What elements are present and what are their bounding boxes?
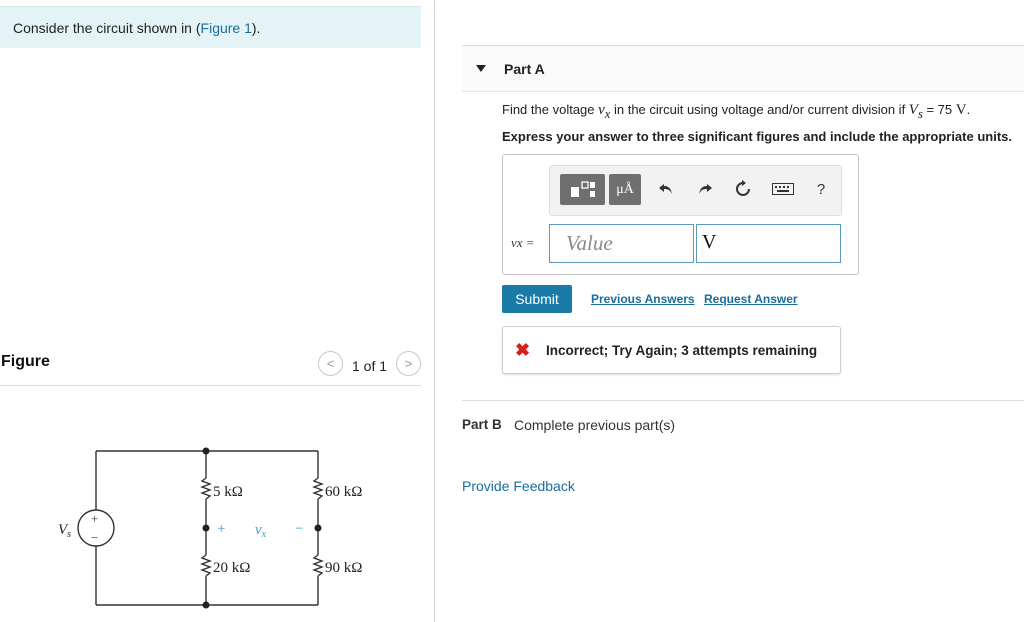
part-b-status: Complete previous part(s) — [514, 417, 676, 433]
resistor-label-20k: 20 kΩ — [213, 560, 250, 576]
prompt-text-end: ). — [251, 20, 261, 36]
question-vs: Vs — [908, 102, 923, 121]
question-unit: V — [955, 102, 967, 118]
circuit-diagram: + − Vs 5 kΩ 20 kΩ 60 kΩ 90 kΩ + vx − — [58, 447, 362, 609]
question-end: . — [966, 102, 971, 117]
feedback-text: Incorrect; Try Again; 3 attempts remaini… — [546, 343, 818, 358]
error-x-icon: ✖ — [515, 340, 531, 360]
reset-icon — [736, 180, 750, 196]
vx-minus: − — [295, 521, 303, 537]
question-var-main: v — [598, 102, 605, 118]
figure-heading: Figure — [1, 353, 50, 370]
source-plus: + — [91, 511, 98, 526]
help-button[interactable]: ? — [810, 177, 832, 201]
prompt-text: Consider the circuit shown in (Figure 1)… — [13, 20, 260, 36]
resistor-label-90k: 90 kΩ — [325, 560, 362, 576]
part-a-header[interactable] — [462, 46, 1024, 92]
figure-divider — [0, 385, 421, 386]
submit-button[interactable]: Submit — [502, 285, 572, 313]
figure-next-button[interactable]: > — [396, 351, 421, 376]
vx-label-sub: x — [261, 529, 267, 540]
question-var: vx — [598, 102, 610, 121]
instruction-text: Express your answer to three significant… — [502, 129, 1012, 144]
source-minus: − — [91, 530, 98, 545]
redo-button[interactable] — [694, 177, 716, 201]
figure-counter: 1 of 1 — [352, 358, 388, 374]
undo-button[interactable] — [655, 177, 677, 201]
previous-answers-link[interactable]: Previous Answers — [591, 292, 695, 306]
question-eq: = 75 — [922, 102, 956, 117]
unit-input[interactable]: V — [696, 224, 841, 263]
source-label-sub: s — [67, 529, 71, 540]
source-label: Vs — [58, 522, 71, 540]
chevron-left-icon: < — [326, 356, 335, 371]
resistor-label-60k: 60 kΩ — [325, 484, 362, 500]
figure-prev-button[interactable]: < — [318, 351, 343, 376]
request-answer-link[interactable]: Request Answer — [704, 292, 798, 306]
part-a-title: Part A — [504, 61, 545, 77]
provide-feedback-link[interactable]: Provide Feedback — [462, 478, 575, 494]
column-divider — [434, 0, 435, 622]
figure-link[interactable]: Figure 1 — [201, 20, 252, 36]
problem-prompt: Consider the circuit shown in (Figure 1)… — [0, 6, 421, 48]
reset-button[interactable] — [732, 177, 754, 201]
vx-label: vx — [255, 522, 267, 540]
keyboard-icon — [772, 183, 794, 195]
redo-icon — [699, 184, 712, 194]
caret-down-icon[interactable] — [476, 65, 486, 72]
question-vs-main: V — [908, 102, 918, 118]
value-input[interactable]: Value — [549, 224, 694, 263]
vx-plus: + — [217, 521, 225, 537]
units-button[interactable]: μÅ — [609, 174, 641, 205]
part-b-title: Part B — [462, 417, 502, 432]
prompt-text-start: Consider the circuit shown in ( — [13, 20, 201, 36]
templates-button[interactable] — [560, 174, 605, 205]
part-b-divider — [462, 400, 1024, 401]
question-text: Find the voltage vx in the circuit using… — [502, 102, 970, 122]
undo-icon — [659, 184, 672, 194]
chevron-right-icon: > — [404, 356, 413, 371]
answer-variable-label: vx = — [511, 235, 535, 250]
resistor-label-5k: 5 kΩ — [213, 484, 243, 500]
templates-icon — [570, 180, 595, 197]
question-pre: Find the voltage — [502, 102, 599, 117]
keyboard-button[interactable] — [770, 177, 796, 201]
question-mid: in the circuit using voltage and/or curr… — [610, 102, 909, 117]
